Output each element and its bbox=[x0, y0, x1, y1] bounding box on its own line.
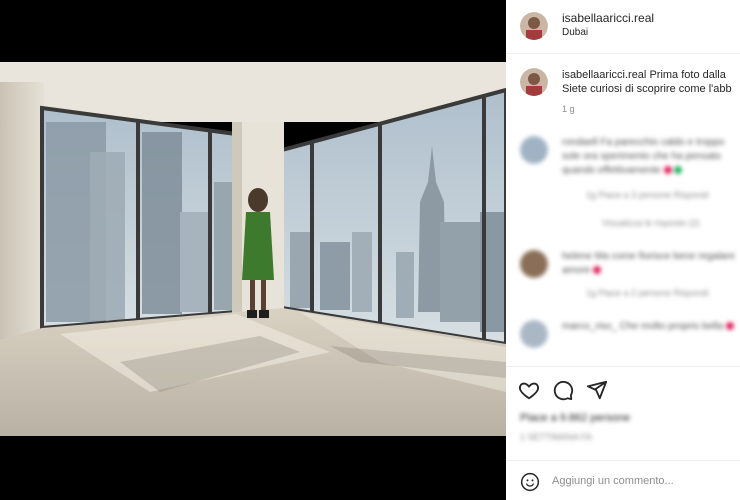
location[interactable]: Dubai bbox=[562, 27, 588, 38]
comment-body: helene Ma come fiorisce bene regalare am… bbox=[562, 251, 735, 276]
comment-meta[interactable]: 1g Piace a 3 persone Rispondi bbox=[586, 190, 709, 200]
heart-emoji-icon bbox=[663, 166, 672, 175]
post-header: isabellaaricci.real Dubai bbox=[506, 0, 740, 54]
comment-text: rondaell Fa parecchio caldo e troppo sol… bbox=[562, 136, 740, 178]
post-side-panel: isabellaaricci.real Dubai isabellaaricci… bbox=[506, 0, 740, 500]
avatar[interactable] bbox=[520, 68, 548, 96]
comment-text: helene Ma come fiorisce bene regalare am… bbox=[562, 250, 740, 278]
view-replies-link[interactable]: Visualizza le risposte (2) bbox=[602, 218, 699, 228]
avatar[interactable] bbox=[520, 320, 548, 348]
comment-bubble-icon[interactable] bbox=[552, 379, 574, 401]
green-emoji-icon bbox=[674, 166, 683, 175]
post-media bbox=[0, 0, 506, 500]
post-date: 1 SETTIMANA FA bbox=[520, 432, 593, 442]
caption-line-1: isabellaaricci.real Prima foto dalla bbox=[562, 69, 726, 81]
comment-composer bbox=[506, 460, 740, 500]
caption-line-2: Siete curiosi di scoprire come l'abb bbox=[562, 83, 732, 95]
share-send-icon[interactable] bbox=[586, 379, 608, 401]
heart-emoji-icon bbox=[593, 266, 602, 275]
comment-body: rondaell Fa parecchio caldo e troppo sol… bbox=[562, 137, 725, 176]
avatar[interactable] bbox=[520, 136, 548, 164]
caption-username[interactable]: isabellaaricci.real bbox=[562, 69, 646, 81]
comment-meta[interactable]: 1g Piace a 2 persone Rispondi bbox=[586, 288, 709, 298]
comment-body: marco_riso_ Che molto proprio bella bbox=[562, 321, 724, 332]
like-heart-icon[interactable] bbox=[518, 379, 540, 401]
avatar[interactable] bbox=[520, 250, 548, 278]
caption-time: 1 g bbox=[562, 104, 575, 114]
post-photo[interactable] bbox=[0, 62, 506, 436]
heart-emoji-icon bbox=[725, 322, 734, 331]
comment-input[interactable] bbox=[552, 469, 732, 493]
avatar[interactable] bbox=[520, 12, 548, 40]
username[interactable]: isabellaaricci.real bbox=[562, 11, 654, 25]
likes-count[interactable]: Piace a 9.862 persone bbox=[520, 412, 630, 424]
post-actions bbox=[506, 366, 740, 410]
emoji-icon[interactable] bbox=[520, 472, 540, 492]
comment-text: marco_riso_ Che molto proprio bella bbox=[562, 320, 740, 334]
caption-text: Prima foto dalla bbox=[649, 69, 726, 81]
